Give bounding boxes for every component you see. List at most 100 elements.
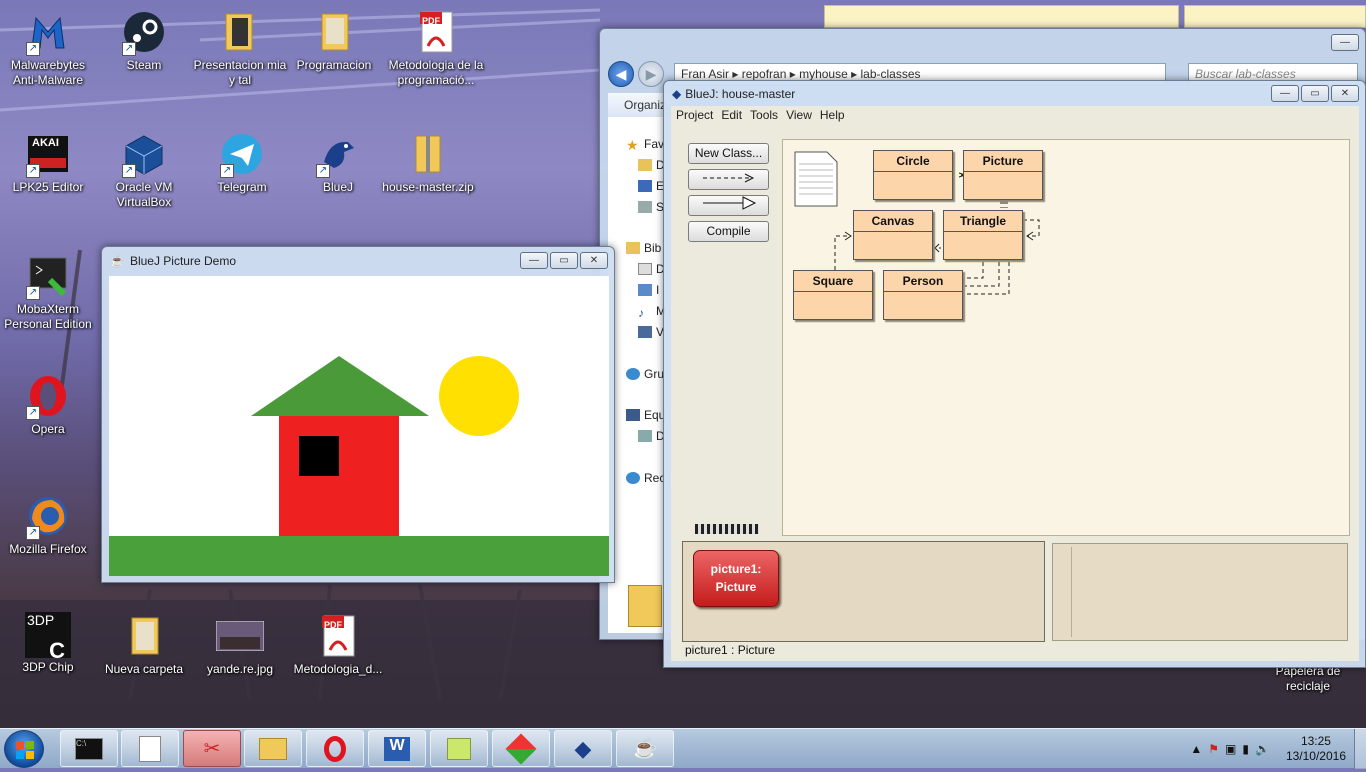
videos-icon bbox=[638, 326, 652, 338]
house-drawing bbox=[109, 356, 609, 576]
image-icon bbox=[216, 612, 264, 660]
nav-item[interactable]: D bbox=[638, 429, 665, 443]
menu-project[interactable]: Project bbox=[676, 106, 713, 124]
compile-button[interactable]: Compile bbox=[688, 221, 769, 242]
desktop-icon-steam[interactable]: ↗ Steam bbox=[96, 8, 192, 73]
forward-button[interactable]: ▶ bbox=[638, 61, 664, 87]
desktop-icon-3dp-chip[interactable]: 3DP C 3DP Chip bbox=[0, 612, 96, 675]
nav-item-libraries[interactable]: Bib bbox=[626, 241, 661, 255]
menu-help[interactable]: Help bbox=[820, 106, 845, 124]
documents-icon bbox=[638, 263, 652, 275]
desktop-icon-metodologia-d[interactable]: PDF Metodologia_d... bbox=[290, 612, 386, 677]
desktop-icon-bluej[interactable]: ↗ BlueJ bbox=[290, 130, 386, 195]
new-class-button[interactable]: New Class... bbox=[688, 143, 769, 164]
bluej-icon: ◆ bbox=[672, 87, 682, 101]
nav-item[interactable]: ♪ M bbox=[638, 304, 666, 320]
menu-edit[interactable]: Edit bbox=[721, 106, 742, 124]
volume-icon[interactable]: 🔈 bbox=[1255, 742, 1270, 756]
minimize-button[interactable]: — bbox=[1331, 34, 1359, 51]
back-button[interactable]: ◀ bbox=[608, 61, 634, 87]
desktop-icon-malwarebytes[interactable]: ↗ Malwarebytes Anti-Malware bbox=[0, 8, 96, 88]
class-diagram[interactable]: Circle Picture Canvas Triangle Square Pe… bbox=[782, 139, 1350, 536]
bluej-main-window[interactable]: ◆ BlueJ: house-master — ▭ ✕ Project Edit… bbox=[663, 80, 1366, 668]
taskbar-cmd[interactable]: C:\ bbox=[60, 730, 118, 767]
code-pad[interactable] bbox=[1052, 543, 1348, 641]
maximize-button[interactable]: ▭ bbox=[550, 252, 578, 269]
desktop-icon-metodologia-pdf[interactable]: PDF Metodologia de la programació... bbox=[388, 8, 484, 88]
uses-arrow-button[interactable] bbox=[688, 169, 769, 190]
desktop-icon-label: Telegram bbox=[217, 180, 267, 194]
opera-icon: ↗ bbox=[24, 372, 72, 420]
sun bbox=[439, 356, 519, 436]
desktop-icon-recycle-bin[interactable]: Papelera de reciclaje bbox=[1260, 664, 1356, 694]
desktop-icon-opera[interactable]: ↗ Opera bbox=[0, 372, 96, 437]
minimize-button[interactable]: — bbox=[520, 252, 548, 269]
taskbar-bluej-doc[interactable] bbox=[121, 730, 179, 767]
nav-item[interactable]: D bbox=[638, 262, 665, 276]
3dp-text: 3DP bbox=[27, 612, 55, 628]
taskbar-app[interactable] bbox=[492, 730, 550, 767]
class-square[interactable]: Square bbox=[793, 270, 873, 320]
desktop-icon-nueva-carpeta[interactable]: Nueva carpeta bbox=[96, 612, 192, 677]
desktop-icon-label: Metodologia de la programació... bbox=[388, 58, 484, 87]
class-person[interactable]: Person bbox=[883, 270, 963, 320]
class-triangle[interactable]: Triangle bbox=[943, 210, 1023, 260]
inheritance-arrow-button[interactable] bbox=[688, 195, 769, 216]
nav-item[interactable]: D bbox=[638, 158, 665, 172]
class-canvas[interactable]: Canvas bbox=[853, 210, 933, 260]
desktop-icon-firefox[interactable]: ↗ Mozilla Firefox bbox=[0, 492, 96, 557]
maximize-button[interactable]: ▭ bbox=[1301, 85, 1329, 102]
menu-tools[interactable]: Tools bbox=[750, 106, 778, 124]
pictures-icon bbox=[638, 284, 652, 296]
nav-item[interactable]: V bbox=[638, 325, 664, 339]
computer-icon bbox=[626, 409, 640, 421]
app-icon bbox=[505, 732, 537, 765]
show-desktop-button[interactable] bbox=[1354, 729, 1366, 769]
desktop-icon-programacion[interactable]: Programacion bbox=[286, 8, 382, 73]
picture-demo-window[interactable]: ☕ BlueJ Picture Demo — ▭ ✕ bbox=[101, 246, 615, 583]
music-icon: ♪ bbox=[638, 306, 644, 320]
mobaxterm-icon: ↗ bbox=[24, 252, 72, 300]
power-icon[interactable]: ▮ bbox=[1242, 742, 1249, 756]
folder-icon bbox=[638, 159, 652, 171]
menu-view[interactable]: View bbox=[786, 106, 812, 124]
desktop-icon-lpk25[interactable]: AKAI ↗ LPK25 Editor bbox=[0, 130, 96, 195]
class-picture[interactable]: Picture bbox=[963, 150, 1043, 200]
nav-item[interactable]: E bbox=[638, 179, 664, 193]
class-name: Square bbox=[794, 271, 872, 292]
desktop-icon-house-master-zip[interactable]: house-master.zip bbox=[380, 130, 476, 195]
desktop-icon-virtualbox[interactable]: ↗ Oracle VM VirtualBox bbox=[96, 130, 192, 210]
class-circle[interactable]: Circle bbox=[873, 150, 953, 200]
taskbar-java[interactable]: ☕ bbox=[616, 730, 674, 767]
window-controls: — ▭ ✕ bbox=[520, 252, 608, 269]
nav-item-computer[interactable]: Equ bbox=[626, 408, 665, 422]
action-center-icon[interactable]: ⚑ bbox=[1208, 742, 1219, 756]
network-icon bbox=[626, 472, 640, 484]
drive-icon bbox=[638, 430, 652, 442]
object-picture1[interactable]: picture1: Picture bbox=[693, 550, 779, 607]
taskbar-sticky-notes[interactable] bbox=[430, 730, 488, 767]
star-icon: ★ bbox=[626, 137, 639, 153]
minimize-button[interactable]: — bbox=[1271, 85, 1299, 102]
network-icon[interactable]: ▣ bbox=[1225, 742, 1236, 756]
taskbar-word[interactable]: W bbox=[368, 730, 426, 767]
nav-item[interactable]: S bbox=[638, 200, 664, 214]
nav-item-network[interactable]: Rec bbox=[626, 471, 665, 485]
nav-item-favorites[interactable]: ★ Fav bbox=[626, 137, 664, 153]
ground bbox=[109, 536, 609, 576]
close-button[interactable]: ✕ bbox=[580, 252, 608, 269]
taskbar-snipping-tool[interactable]: ✂ bbox=[183, 730, 241, 767]
taskbar-explorer[interactable] bbox=[244, 730, 302, 767]
close-button[interactable]: ✕ bbox=[1331, 85, 1359, 102]
desktop-icon-telegram[interactable]: ↗ Telegram bbox=[194, 130, 290, 195]
desktop-icon-mobaxterm[interactable]: ↗ MobaXterm Personal Edition bbox=[0, 252, 96, 332]
taskbar-opera[interactable] bbox=[306, 730, 364, 767]
nav-item[interactable]: I bbox=[638, 283, 659, 297]
start-button[interactable] bbox=[4, 730, 44, 768]
nav-item-homegroup[interactable]: Gru bbox=[626, 367, 664, 381]
taskbar-bluej[interactable]: ◆ bbox=[554, 730, 612, 767]
clock[interactable]: 13:25 13/10/2016 bbox=[1286, 734, 1346, 764]
show-hidden-icons-icon[interactable]: ▲ bbox=[1190, 742, 1202, 756]
desktop-icon-presentacion[interactable]: Presentacion mia y tal bbox=[192, 8, 288, 88]
desktop-icon-yande-jpg[interactable]: yande.re.jpg bbox=[192, 612, 288, 677]
